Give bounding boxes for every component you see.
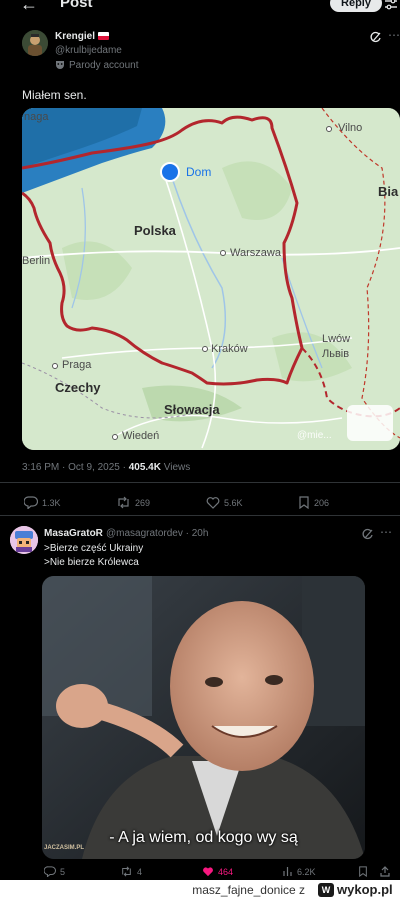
views-count: 405.4K	[128, 462, 161, 473]
bookmark-icon	[299, 496, 309, 509]
poland-flag-icon	[98, 32, 109, 40]
like-action[interactable]: 5.6K	[206, 496, 243, 509]
meme-photo	[42, 576, 365, 859]
map-label-lwow: Lwów	[322, 333, 351, 345]
reply-action[interactable]: 5	[44, 866, 65, 877]
like-count: 5.6K	[224, 497, 243, 508]
bookmark-count: 206	[314, 497, 330, 508]
post-meta: 3:16 PM · Oct 9, 2025 · 405.4K Views	[22, 462, 190, 473]
heart-filled-icon	[203, 867, 213, 877]
parody-mask-icon	[56, 61, 64, 69]
repost-icon	[122, 866, 131, 877]
map-label-praga: Praga	[62, 359, 92, 371]
heart-icon	[206, 497, 220, 509]
reply-text-line: >Nie bierze Królewca	[44, 557, 139, 568]
home-pin-icon	[160, 162, 180, 182]
reply-author-handle[interactable]: @masagratordev · 20h	[106, 528, 208, 539]
reply-count: 1.3K	[42, 497, 61, 508]
wykop-logo-text: wykop.pl	[337, 882, 393, 897]
wykop-logo[interactable]: W wykop.pl	[318, 882, 393, 897]
reply-button[interactable]: Reply	[330, 0, 382, 12]
page-title: Post	[60, 0, 93, 11]
divider	[0, 482, 400, 483]
map-label-vilno: Vilno	[338, 122, 363, 134]
share-action[interactable]	[380, 866, 390, 877]
avatar[interactable]	[22, 30, 48, 56]
map-image[interactable]: naga Vilno Dom Bia Polska Berlin Warszaw…	[22, 108, 400, 450]
meme-image[interactable]: - A ja wiem, od kogo wy są JACZASIM.PL	[42, 576, 365, 859]
reply-text-line: >Bierze część Ukrainy	[44, 543, 144, 554]
reply-author-name[interactable]: MasaGratoR	[44, 528, 103, 539]
repost-action[interactable]: 269	[116, 496, 150, 509]
city-dot	[202, 346, 208, 352]
map-label-naga: naga	[24, 111, 49, 123]
repost-count: 4	[137, 866, 143, 877]
views-count: 6.2K	[297, 866, 316, 877]
wykop-logo-icon: W	[318, 882, 334, 897]
views-action[interactable]: 6.2K	[282, 866, 316, 877]
like-count: 464	[218, 866, 234, 877]
map-label-berlin: Berlin	[22, 255, 51, 267]
watermark-text: @mie...	[297, 430, 332, 441]
divider	[0, 515, 400, 516]
reply-icon	[44, 866, 56, 877]
author-name[interactable]: Krengiel	[55, 31, 95, 42]
back-arrow-icon[interactable]: ←	[20, 0, 38, 13]
map-label-wieden: Wiedeń	[122, 430, 160, 442]
map-label-dom: Dom	[186, 165, 212, 179]
city-dot	[112, 434, 118, 440]
city-dot	[52, 363, 58, 369]
bookmark-action[interactable]: 206	[298, 496, 329, 509]
grok-icon[interactable]	[370, 31, 382, 43]
map-label-krakow: Kraków	[211, 343, 248, 355]
bookmark-icon	[359, 866, 367, 877]
map-label-lviv: Львів	[322, 348, 350, 360]
views-label: Views	[160, 462, 191, 473]
reply-action[interactable]: 1.3K	[24, 496, 61, 509]
map-label-bia: Bia	[378, 184, 399, 199]
post-text: Miałem sen.	[22, 88, 87, 102]
reply-icon	[24, 496, 38, 509]
map-label-slowacja: Słowacja	[164, 402, 220, 417]
city-dot	[326, 126, 332, 132]
analytics-icon	[283, 867, 292, 876]
reply-count: 5	[60, 866, 66, 877]
meme-credit: JACZASIM.PL	[44, 845, 85, 851]
reply-time: · 20h	[185, 528, 209, 539]
city-dot	[220, 250, 226, 256]
map-graphic	[22, 108, 400, 450]
meme-subtitle: - A ja wiem, od kogo wy są	[109, 829, 298, 846]
app-watermark-icon	[347, 405, 393, 441]
map-label-polska: Polska	[134, 223, 176, 238]
map-label-warszawa: Warszawa	[230, 247, 281, 259]
repost-icon	[118, 496, 129, 509]
parody-label: Parody account	[69, 60, 139, 71]
bookmark-action[interactable]	[358, 866, 368, 877]
source-footer: masz_fajne_donice z W wykop.pl	[0, 880, 400, 900]
grok-icon[interactable]	[362, 528, 374, 540]
more-options-icon[interactable]: ⋯	[380, 525, 392, 539]
repost-action[interactable]: 4	[120, 866, 142, 877]
post-time: 3:16 PM · Oct 9, 2025 ·	[22, 462, 129, 473]
reply-handle-text: @masagratordev	[106, 528, 183, 539]
share-icon	[380, 866, 390, 877]
filter-icon[interactable]	[384, 0, 398, 11]
avatar[interactable]	[10, 526, 38, 554]
footer-text: masz_fajne_donice z	[192, 883, 305, 897]
author-handle[interactable]: @krulbijedame	[55, 45, 122, 56]
top-bar: ← Post Reply	[0, 0, 400, 14]
map-label-czechy: Czechy	[55, 380, 101, 395]
repost-count: 269	[135, 497, 151, 508]
like-action[interactable]: 464	[202, 866, 233, 877]
more-options-icon[interactable]: ⋯	[388, 28, 400, 42]
